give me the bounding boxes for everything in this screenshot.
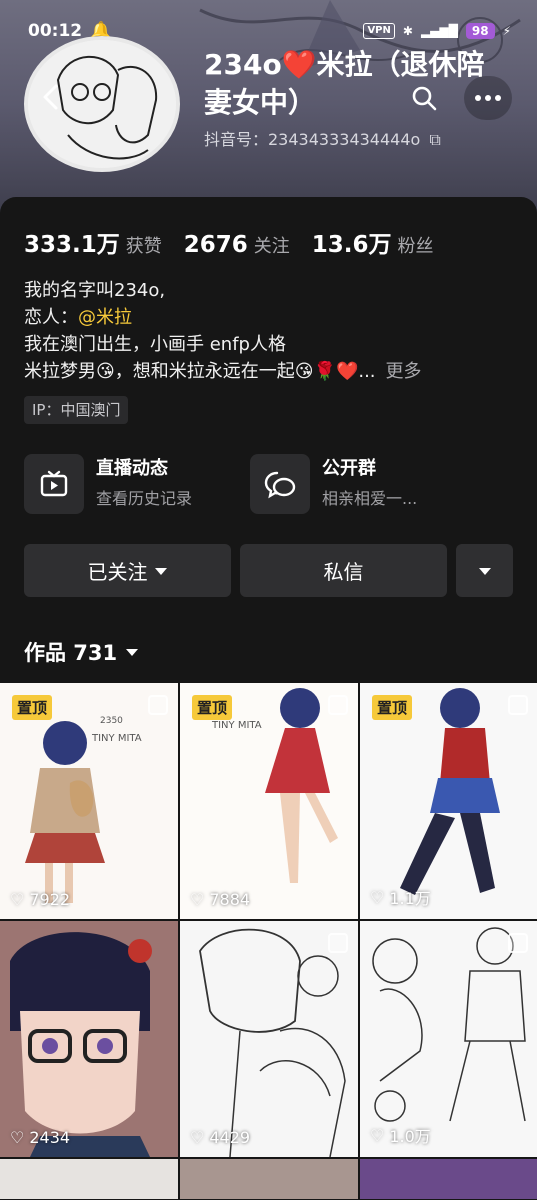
feature-subtitle: 相亲相爱一...: [322, 489, 418, 508]
post-thumbnail[interactable]: 置顶 ♡ 1.1万: [360, 683, 537, 919]
bio-line: 恋人：@米拉: [24, 304, 422, 331]
feature-title: 公开群: [322, 458, 376, 479]
like-count-value: 1.0万: [389, 1127, 431, 1146]
signal-icon: ▂▄▆█: [420, 24, 458, 38]
charging-icon: ⚡: [502, 24, 511, 38]
like-count: ♡ 1.1万: [370, 885, 431, 909]
search-button[interactable]: [400, 76, 448, 120]
like-count-value: 1.1万: [389, 889, 431, 908]
bluetooth-icon: ✱: [402, 24, 413, 38]
copy-icon[interactable]: ⧉: [429, 130, 440, 149]
works-tab[interactable]: 作品 731: [24, 637, 139, 667]
svg-text:TINY MITA: TINY MITA: [91, 733, 142, 744]
post-thumbnail[interactable]: [360, 1159, 537, 1199]
heart-icon: ♡: [190, 1128, 205, 1147]
artwork-thumbnail: [0, 921, 178, 1157]
profile-card: 333.1万 获赞 2676 关注 13.6万 粉丝 我的名字叫234o, 恋人：@米…: [0, 197, 537, 1200]
bio-line: 我在澳门出生，小画手 enfp人格: [24, 334, 286, 355]
like-count-value: 2434: [29, 1128, 71, 1147]
search-icon: [412, 86, 437, 111]
following-button[interactable]: 已关注: [24, 544, 231, 597]
like-count-value: 4429: [209, 1128, 251, 1147]
svg-text:2350: 2350: [100, 716, 123, 726]
message-button[interactable]: 私信: [240, 544, 447, 597]
bio-line: 我的名字叫234o,: [24, 280, 166, 301]
stat-number: 333.1万: [24, 232, 120, 258]
works-label: 作品 731: [24, 641, 118, 665]
caret-down-icon: [478, 567, 491, 575]
more-options-button[interactable]: [464, 76, 512, 120]
feature-subtitle: 查看历史记录: [96, 489, 193, 508]
partner-mention-link[interactable]: @米拉: [78, 307, 132, 328]
select-checkbox[interactable]: [508, 695, 528, 715]
select-checkbox[interactable]: [328, 695, 348, 715]
select-checkbox[interactable]: [148, 695, 168, 715]
post-thumbnail[interactable]: ♡ 1.0万: [360, 921, 537, 1157]
pinned-badge: 置顶: [12, 695, 53, 720]
post-thumbnail[interactable]: [180, 1159, 358, 1199]
like-count: ♡ 2434: [10, 1128, 70, 1147]
stat-following[interactable]: 2676 关注: [184, 232, 290, 258]
artwork-thumbnail: [372, 927, 526, 1122]
like-count: ♡ 7922: [10, 890, 70, 909]
back-button[interactable]: [28, 75, 72, 119]
stat-label: 获赞: [125, 236, 162, 257]
select-checkbox[interactable]: [328, 933, 348, 953]
stat-number: 13.6万: [311, 232, 392, 258]
battery-indicator: 98: [465, 23, 495, 39]
pinned-badge: 置顶: [192, 695, 233, 720]
caret-down-icon: [154, 567, 167, 575]
bio: 我的名字叫234o, 恋人：@米拉 我在澳门出生，小画手 enfp人格 米拉梦男…: [24, 277, 422, 385]
vpn-indicator: VPN: [363, 23, 395, 39]
post-thumbnail[interactable]: ♡ 2434: [0, 921, 178, 1157]
bio-text: 恋人：: [24, 307, 78, 328]
post-thumbnail[interactable]: 2350 TINY MITA 置顶 ♡ 7922: [0, 683, 178, 919]
status-time: 00:12: [28, 21, 83, 41]
heart-icon: ♡: [370, 1125, 385, 1145]
heart-icon: ♡: [10, 1128, 25, 1147]
like-count: ♡ 4429: [190, 1128, 250, 1147]
status-icons: VPN ✱ ▂▄▆█ 98 ⚡: [363, 23, 511, 39]
stat-likes[interactable]: 333.1万 获赞: [24, 225, 162, 259]
post-thumbnail[interactable]: [0, 1159, 178, 1199]
like-count: ♡ 7884: [190, 890, 250, 909]
bio-line: 米拉梦男😘，想和米拉永远在一起😘🌹❤️... 更多: [24, 358, 422, 385]
douyin-id[interactable]: 抖音号：23434333434444o ⧉: [204, 126, 441, 150]
chat-group-icon: [250, 454, 310, 514]
stat-label: 关注: [253, 236, 290, 257]
stat-followers[interactable]: 13.6万 粉丝: [312, 225, 434, 259]
like-count: ♡ 1.0万: [370, 1123, 431, 1147]
caret-down-icon: [126, 649, 139, 656]
following-label: 已关注: [87, 560, 148, 584]
tv-icon: [24, 454, 84, 514]
heart-icon: ♡: [370, 887, 385, 907]
feature-title: 直播动态: [96, 458, 168, 479]
heart-icon: ♡: [190, 890, 205, 909]
select-checkbox[interactable]: [508, 933, 528, 953]
message-label: 私信: [323, 560, 364, 584]
expand-button[interactable]: [456, 544, 513, 597]
douyin-id-text: 抖音号：23434333434444o: [204, 130, 421, 149]
profile-name: 234o❤️米拉（退休陪妻女中）: [204, 48, 485, 119]
bio-text: 米拉梦男😘，想和米拉永远在一起😘🌹❤️...: [24, 361, 376, 382]
stat-number: 2676: [183, 232, 248, 258]
more-dots-icon: [475, 95, 501, 101]
stat-label: 粉丝: [397, 236, 434, 257]
ip-location-tag: IP：中国澳门: [24, 396, 129, 424]
live-history-entry[interactable]: 直播动态 查看历史记录: [24, 454, 192, 514]
heart-icon: ♡: [10, 890, 25, 909]
like-count-value: 7884: [209, 890, 251, 909]
post-thumbnail[interactable]: TINY MITA 置顶 ♡ 7884: [180, 683, 358, 919]
artwork-thumbnail: [199, 928, 346, 1157]
stats-row: 333.1万 获赞 2676 关注 13.6万 粉丝: [24, 225, 434, 259]
chevron-left-icon: [43, 84, 58, 110]
public-group-entry[interactable]: 公开群 相亲相爱一...: [250, 454, 417, 514]
svg-text:TINY MITA: TINY MITA: [211, 720, 262, 731]
post-thumbnail[interactable]: ♡ 4429: [180, 921, 358, 1157]
pinned-badge: 置顶: [372, 695, 413, 720]
bio-more-link[interactable]: 更多: [386, 361, 422, 382]
like-count-value: 7922: [29, 890, 71, 909]
